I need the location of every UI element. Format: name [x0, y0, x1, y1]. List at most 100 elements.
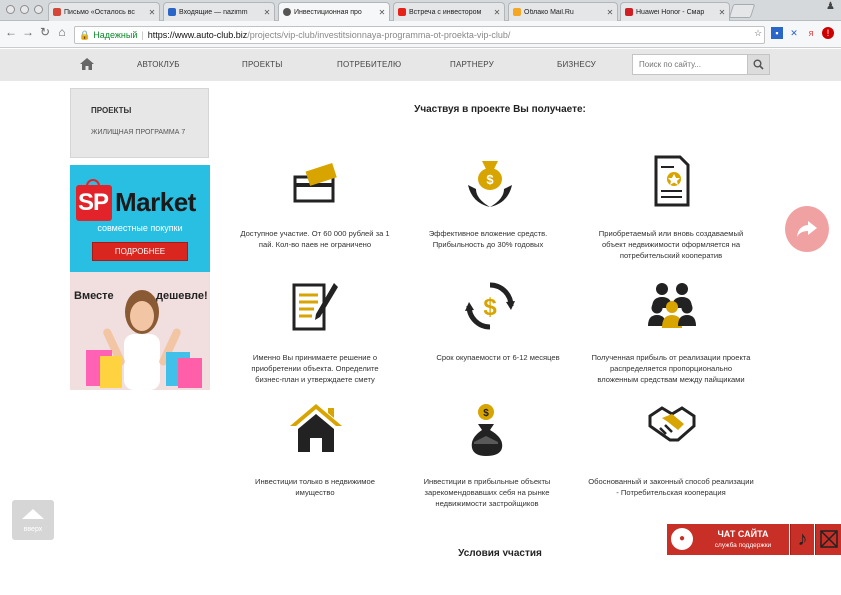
sidebar-item-housing-program[interactable]: ЖИЛИЩНАЯ ПРОГРАММА 7	[91, 129, 185, 136]
extension-icon[interactable]: ✕	[788, 27, 800, 39]
site-icon	[283, 8, 291, 16]
mail-icon	[168, 8, 176, 16]
maximize-window-button[interactable]	[34, 5, 43, 14]
browser-tab[interactable]: Входящие — nazimm ✕	[163, 2, 275, 21]
scroll-top-button[interactable]: вверх	[12, 500, 54, 540]
feature-text: Инвестиции в прибыльные объекты зарекоме…	[423, 477, 551, 508]
gmail-icon	[53, 8, 61, 16]
svg-text:$: $	[486, 172, 494, 187]
close-tab-icon[interactable]: ✕	[718, 8, 726, 17]
secure-label: Надежный	[93, 30, 138, 40]
close-tab-icon[interactable]: ✕	[493, 8, 501, 17]
spmarket-banner[interactable]: SP Market совместные покупки ПОДРОБНЕЕ В…	[70, 165, 210, 390]
close-tab-icon[interactable]: ✕	[148, 8, 156, 17]
browser-tab-active[interactable]: Инвестиционная про ✕	[278, 2, 390, 21]
url-path: /projects/vip-club/investitsionnaya-prog…	[247, 30, 511, 40]
nav-item-partner[interactable]: ПАРТНЕРУ	[450, 60, 494, 69]
search-icon	[753, 59, 764, 70]
bookmark-star-icon[interactable]: ☆	[752, 27, 764, 39]
tab-title: Входящие — nazimm	[179, 8, 248, 16]
banner-brand-market: Market	[115, 187, 196, 217]
close-tab-icon[interactable]: ✕	[378, 8, 386, 17]
money-bag-hands-icon: $	[468, 161, 512, 207]
tab-title: Облако Mail.Ru	[524, 8, 574, 16]
search-button[interactable]	[747, 55, 769, 74]
chat-close-button[interactable]	[815, 524, 841, 555]
feature-text: Приобретаемый или вновь создаваемый объе…	[598, 229, 744, 260]
tab-title: Письмо «Осталось вс	[64, 8, 135, 16]
chat-sound-button[interactable]: ♪	[790, 524, 814, 555]
svg-text:$: $	[483, 408, 489, 419]
document-pen-icon	[292, 283, 338, 331]
youtube-icon	[398, 8, 406, 16]
browser-tab[interactable]: Huawei Honor - Смар ✕	[620, 2, 730, 21]
tab-title: Huawei Honor - Смар	[636, 8, 705, 16]
close-window-button[interactable]	[6, 5, 15, 14]
menu-icon[interactable]: !	[822, 27, 834, 39]
feature-text: Именно Вы принимаете решение о приобрете…	[251, 353, 379, 384]
share-button[interactable]	[785, 206, 829, 252]
chat-bubble-icon: ●	[671, 528, 693, 550]
huawei-icon	[625, 8, 633, 16]
address-bar[interactable]: 🔒 Надежный | https://www.auto-club.biz /…	[74, 26, 765, 44]
dollar-cycle-icon: $	[465, 282, 515, 330]
woman-shopping-image	[86, 290, 202, 390]
chat-subtitle: служба поддержки	[714, 542, 772, 549]
home-icon[interactable]	[79, 57, 95, 76]
cloud-icon	[513, 8, 521, 16]
close-tab-icon[interactable]: ✕	[606, 8, 614, 17]
forward-icon[interactable]: →	[21, 25, 35, 39]
page-bottom-blank	[0, 556, 841, 595]
nav-item-business[interactable]: БИЗНЕСУ	[557, 60, 596, 69]
sidebar-heading[interactable]: ПРОЕКТЫ	[91, 106, 131, 115]
search-input[interactable]	[633, 55, 747, 74]
nav-item-autoclub[interactable]: АВТОКЛУБ	[137, 60, 180, 69]
browser-tab[interactable]: Письмо «Осталось вс ✕	[48, 2, 160, 21]
arrow-up-icon	[22, 509, 44, 519]
svg-text:$: $	[483, 294, 497, 321]
new-tab-button[interactable]	[728, 4, 756, 18]
music-note-icon: ♪	[797, 528, 808, 550]
feature-text: Полученная прибыль от реализации проекта…	[591, 353, 751, 384]
feature-text: Срок окупаемости от 6-12 месяцев	[436, 353, 560, 362]
nav-item-consumer[interactable]: ПОТРЕБИТЕЛЮ	[337, 60, 401, 69]
conditions-heading: Условия участия	[458, 548, 542, 556]
section-heading: Участвуя в проекте Вы получаете:	[414, 104, 586, 115]
money-bag-house-icon: $	[471, 404, 503, 456]
separator: |	[141, 30, 144, 40]
wallet-card-icon	[293, 163, 337, 203]
reload-icon[interactable]: ↻	[38, 25, 52, 39]
tab-title: Встреча с инвестором	[409, 8, 482, 16]
nav-item-projects[interactable]: ПРОЕКТЫ	[242, 60, 283, 69]
site-search	[632, 54, 770, 75]
handshake-icon	[648, 406, 696, 442]
feature-text: Инвестиции только в недвижимое имущество	[255, 477, 375, 497]
feature-text: Обоснованный и законный способ реализаци…	[588, 477, 754, 497]
lock-icon: 🔒	[79, 29, 91, 40]
home-icon[interactable]: ⌂	[55, 25, 69, 39]
close-tab-icon[interactable]: ✕	[263, 8, 271, 17]
chat-widget[interactable]: ● ЧАТ САЙТА служба поддержки	[667, 524, 789, 555]
url-host: https://www.auto-club.biz	[147, 30, 248, 40]
banner-brand-sp: SP	[78, 189, 109, 216]
extension-icon[interactable]: ▪	[771, 27, 783, 39]
share-arrow-icon	[797, 221, 817, 237]
people-group-icon	[648, 283, 696, 328]
tab-title: Инвестиционная про	[294, 8, 362, 16]
back-icon[interactable]: ←	[4, 25, 18, 39]
chat-title: ЧАТ САЙТА	[717, 529, 769, 539]
banner-subtitle: совместные покупки	[97, 223, 183, 233]
scroll-top-label: вверх	[23, 526, 43, 533]
profile-icon[interactable]: ♟	[826, 1, 835, 12]
browser-tab[interactable]: Встреча с инвестором ✕	[393, 2, 505, 21]
house-icon	[290, 404, 342, 452]
close-icon	[820, 530, 838, 548]
browser-tab[interactable]: Облако Mail.Ru ✕	[508, 2, 618, 21]
feature-text: Доступное участие. От 60 000 рублей за 1…	[240, 229, 390, 249]
minimize-window-button[interactable]	[20, 5, 29, 14]
feature-text: Эффективное вложение средств. Прибыльнос…	[428, 229, 548, 249]
sidebar-menu	[70, 88, 209, 158]
extension-icon[interactable]: я	[805, 27, 817, 39]
certificate-icon	[654, 155, 690, 207]
banner-more-button[interactable]: ПОДРОБНЕЕ	[92, 242, 188, 261]
